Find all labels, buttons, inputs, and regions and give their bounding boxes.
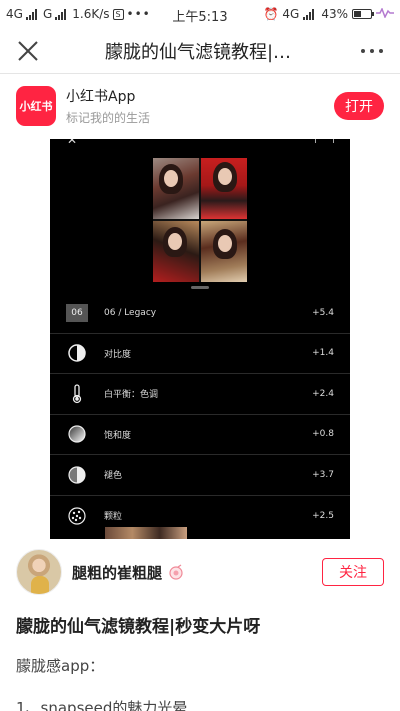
author-row: 腿粗的崔粗腿 关注 bbox=[0, 544, 400, 600]
app-slogan: 标记我的的生活 bbox=[66, 111, 151, 125]
collage-photo bbox=[201, 158, 247, 219]
pulse-icon bbox=[376, 7, 394, 21]
battery-icon bbox=[352, 9, 374, 19]
adjustment-label: 对比度 bbox=[104, 349, 132, 360]
follow-button[interactable]: 关注 bbox=[322, 558, 384, 586]
network-type-1: 4G bbox=[6, 7, 23, 21]
signal-icon-3 bbox=[303, 8, 315, 20]
more-dot-icon bbox=[379, 48, 383, 53]
collage-photo bbox=[153, 221, 199, 282]
app-name: 小红书App bbox=[66, 89, 136, 105]
close-icon bbox=[18, 40, 38, 61]
adjustment-value: +3.7 bbox=[312, 469, 334, 480]
post-body-line: 朦胧感app： bbox=[16, 657, 105, 675]
adjustment-row-preset[interactable]: 06 06 / Legacy +5.4 bbox=[50, 293, 350, 334]
avatar[interactable] bbox=[16, 549, 62, 595]
post-title: 朦胧的仙气滤镜教程|秒变大片呀 bbox=[16, 617, 261, 637]
preset-badge: 06 bbox=[66, 303, 88, 322]
open-app-button[interactable]: 打开 bbox=[334, 92, 384, 120]
author-name[interactable]: 腿粗的崔粗腿 bbox=[72, 562, 162, 583]
adjustment-list: 06 06 / Legacy +5.4 对比度 +1.4 白平衡：色调 +2.4… bbox=[50, 293, 350, 536]
editor-close-icon: ✕ bbox=[67, 139, 78, 147]
more-notifications-icon: ••• bbox=[126, 7, 151, 21]
network-speed: 1.6K/s bbox=[72, 7, 110, 21]
alarm-icon: ⏰ bbox=[263, 7, 279, 21]
filmstrip-thumbnails bbox=[105, 527, 187, 539]
adjustment-label: 白平衡：色调 bbox=[104, 390, 159, 401]
screenshot-icon: S bbox=[112, 8, 124, 20]
adjustment-row-white-balance[interactable]: 白平衡：色调 +2.4 bbox=[50, 374, 350, 415]
signal-icon bbox=[25, 8, 37, 20]
top-nav-bar: 朦胧的仙气滤镜教程|… bbox=[0, 28, 400, 74]
grain-icon bbox=[66, 505, 88, 527]
adjustment-row-grain[interactable]: 颗粒 +2.5 bbox=[50, 496, 350, 537]
saturation-icon bbox=[66, 423, 88, 445]
collage-photo bbox=[201, 221, 247, 282]
fade-icon bbox=[66, 464, 88, 486]
drag-handle[interactable] bbox=[191, 286, 209, 289]
adjustment-value: +0.8 bbox=[312, 429, 334, 440]
adjustment-value: +5.4 bbox=[312, 307, 334, 318]
adjustment-row-contrast[interactable]: 对比度 +1.4 bbox=[50, 334, 350, 374]
more-dot-icon bbox=[370, 48, 374, 53]
thermometer-icon bbox=[66, 383, 88, 405]
adjustment-label: 褪色 bbox=[104, 471, 123, 482]
adjustment-value: +2.5 bbox=[312, 510, 334, 521]
post-body-line: 1、snapseed的魅力光晕 bbox=[16, 699, 188, 711]
adjustment-value: +1.4 bbox=[312, 348, 334, 359]
network-type-2: G bbox=[42, 7, 53, 21]
app-logo: 小红书 bbox=[16, 86, 56, 126]
adjustment-label: 06 / Legacy bbox=[104, 307, 157, 318]
adjustment-value: +2.4 bbox=[312, 388, 334, 399]
battery-percent: 43% bbox=[321, 7, 348, 21]
post-image[interactable]: ✕ 06 06 / Legacy +5.4 对比度 +1.4 白平衡：色调 +2… bbox=[50, 139, 350, 539]
photo-collage bbox=[153, 158, 247, 282]
editor-topbar: ✕ bbox=[50, 139, 350, 147]
more-button[interactable] bbox=[344, 28, 400, 74]
signal-icon-2 bbox=[55, 8, 67, 20]
status-bar: 4G G 1.6K/s S ••• 上午5:13 ⏰ 4G 43% bbox=[0, 0, 400, 28]
adjustment-label: 饱和度 bbox=[104, 430, 132, 441]
more-dot-icon bbox=[361, 48, 365, 53]
adjustment-row-saturation[interactable]: 饱和度 +0.8 bbox=[50, 415, 350, 455]
contrast-icon bbox=[66, 342, 88, 364]
app-download-banner: 小红书 小红书App 标记我的的生活 打开 bbox=[0, 75, 400, 137]
collage-photo bbox=[153, 158, 199, 219]
level-badge-icon bbox=[169, 564, 183, 580]
adjustment-row-fade[interactable]: 褪色 +3.7 bbox=[50, 455, 350, 496]
close-button[interactable] bbox=[0, 28, 56, 74]
page-title: 朦胧的仙气滤镜教程|… bbox=[104, 41, 292, 63]
adjustment-label: 颗粒 bbox=[104, 512, 123, 523]
network-type-3: 4G bbox=[282, 7, 300, 21]
